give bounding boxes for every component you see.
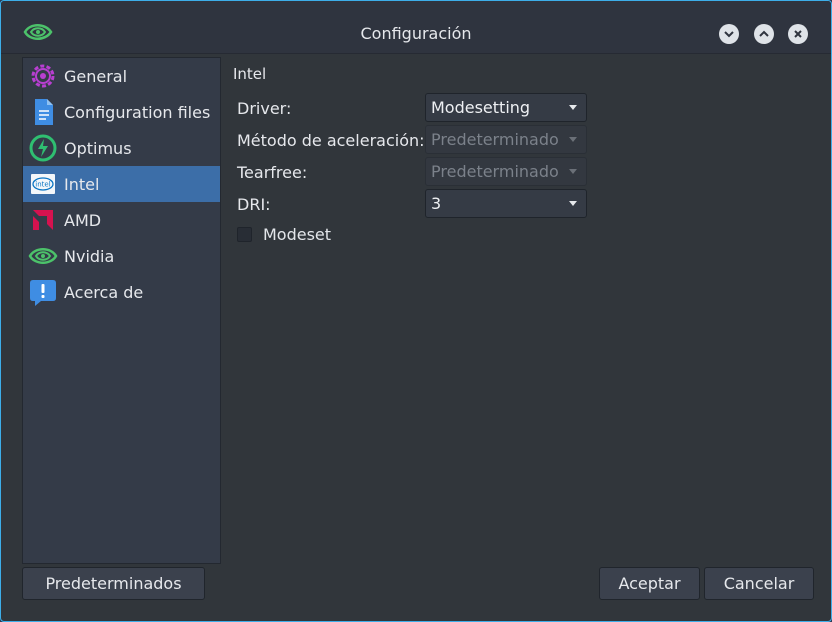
svg-text:intel: intel [35, 181, 50, 189]
settings-window: Configuración General Configuration file… [0, 0, 832, 622]
dri-label: DRI: [237, 195, 271, 214]
sidebar-item-nvidia[interactable]: Nvidia [23, 238, 220, 274]
sidebar-item-label: General [64, 66, 128, 86]
gear-icon [27, 60, 59, 92]
info-bubble-icon [27, 276, 59, 308]
dropdown-arrow-icon [569, 105, 577, 110]
dropdown-arrow-icon [569, 201, 577, 206]
chevron-up-icon [759, 30, 769, 37]
nvidia-icon [27, 240, 59, 272]
close-icon [794, 30, 802, 38]
tearfree-label: Tearfree: [237, 163, 308, 182]
driver-value: Modesetting [431, 98, 531, 117]
sidebar-item-intel[interactable]: intel Intel [23, 166, 220, 202]
modeset-checkbox[interactable] [237, 227, 252, 242]
intel-icon: intel [27, 168, 59, 200]
sidebar-item-label: Acerca de [64, 282, 144, 302]
dropdown-arrow-icon [569, 169, 577, 174]
close-button[interactable] [788, 24, 808, 44]
tearfree-select: Predeterminado [425, 157, 587, 186]
sidebar-item-amd[interactable]: AMD [23, 202, 220, 238]
document-icon [27, 96, 59, 128]
cancel-button[interactable]: Cancelar [704, 567, 814, 600]
sidebar-item-general[interactable]: General [23, 58, 220, 94]
modeset-label: Modeset [263, 225, 332, 244]
sidebar-item-optimus[interactable]: Optimus [23, 130, 220, 166]
dropdown-arrow-icon [569, 137, 577, 142]
maximize-button[interactable] [754, 24, 774, 44]
title-bar[interactable]: Configuración [1, 1, 831, 54]
modeset-option[interactable]: Modeset [237, 225, 331, 244]
sidebar-item-label: AMD [64, 210, 102, 230]
sidebar-item-label: Intel [64, 174, 100, 194]
category-sidebar: General Configuration files Optimus inte… [22, 57, 221, 564]
acceleration-method-value: Predeterminado [431, 130, 559, 149]
sidebar-item-label: Nvidia [64, 246, 115, 266]
driver-select[interactable]: Modesetting [425, 93, 587, 122]
sidebar-item-label: Optimus [64, 138, 132, 158]
sidebar-item-about[interactable]: Acerca de [23, 274, 220, 310]
acceleration-method-label: Método de aceleración: [237, 131, 425, 150]
sidebar-item-configuration-files[interactable]: Configuration files [23, 94, 220, 130]
chevron-down-icon [724, 31, 734, 38]
dri-value: 3 [431, 194, 442, 213]
acceleration-method-select: Predeterminado [425, 125, 587, 154]
lightning-icon [27, 132, 59, 164]
sidebar-item-label: Configuration files [64, 102, 211, 122]
section-title: Intel [233, 65, 267, 83]
defaults-button[interactable]: Predeterminados [22, 567, 205, 600]
window-title: Configuración [360, 24, 472, 43]
dri-select[interactable]: 3 [425, 189, 587, 218]
minimize-button[interactable] [719, 24, 739, 44]
tearfree-value: Predeterminado [431, 162, 559, 181]
driver-label: Driver: [237, 99, 292, 118]
intel-settings-panel: Intel Driver: Modesetting Método de acel… [225, 57, 825, 564]
amd-icon [27, 204, 59, 236]
accept-button[interactable]: Aceptar [599, 567, 700, 600]
